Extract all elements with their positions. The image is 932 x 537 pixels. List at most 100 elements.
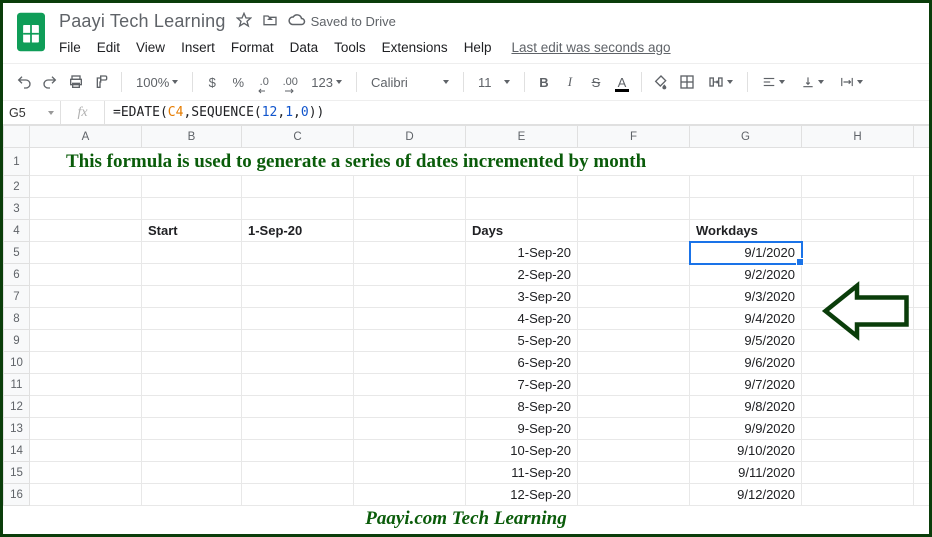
menu-edit[interactable]: Edit bbox=[97, 40, 120, 55]
cell[interactable]: 9/3/2020 bbox=[690, 286, 802, 308]
cell[interactable]: Days bbox=[466, 220, 578, 242]
spreadsheet-grid[interactable]: A B C D E F G H I 1 This formula is used… bbox=[3, 125, 929, 506]
print-button[interactable] bbox=[65, 69, 87, 95]
col-header[interactable]: A bbox=[30, 126, 142, 148]
increase-decimal-button[interactable]: .00 bbox=[279, 69, 301, 95]
cell[interactable]: 8-Sep-20 bbox=[466, 396, 578, 418]
paint-format-button[interactable] bbox=[91, 69, 113, 95]
cell[interactable]: 9/8/2020 bbox=[690, 396, 802, 418]
zoom-dropdown[interactable]: 100% bbox=[130, 69, 184, 95]
menu-data[interactable]: Data bbox=[290, 40, 319, 55]
row-header[interactable]: 2 bbox=[4, 176, 30, 198]
row-header[interactable]: 9 bbox=[4, 330, 30, 352]
row-header[interactable]: 3 bbox=[4, 198, 30, 220]
formula-bar[interactable]: =EDATE(C4,SEQUENCE(12,1,0)) bbox=[105, 101, 929, 124]
font-size-dropdown[interactable]: 11 bbox=[472, 69, 516, 95]
col-header[interactable]: F bbox=[578, 126, 690, 148]
fill-color-button[interactable] bbox=[650, 69, 672, 95]
decrease-decimal-button[interactable]: .0 bbox=[253, 69, 275, 95]
cell[interactable]: 2-Sep-20 bbox=[466, 264, 578, 286]
row-header[interactable]: 6 bbox=[4, 264, 30, 286]
text-wrap-button[interactable] bbox=[834, 69, 869, 95]
cell[interactable]: 9/2/2020 bbox=[690, 264, 802, 286]
col-header[interactable]: I bbox=[914, 126, 930, 148]
col-header[interactable]: D bbox=[354, 126, 466, 148]
horizontal-align-button[interactable] bbox=[756, 69, 791, 95]
cell[interactable]: 9/4/2020 bbox=[690, 308, 802, 330]
menu-tools[interactable]: Tools bbox=[334, 40, 366, 55]
name-box[interactable]: G5 bbox=[3, 101, 61, 124]
cell[interactable]: 9/7/2020 bbox=[690, 374, 802, 396]
column-header-row: A B C D E F G H I bbox=[4, 126, 930, 148]
row-header[interactable]: 11 bbox=[4, 374, 30, 396]
undo-button[interactable] bbox=[13, 69, 35, 95]
row-header[interactable]: 15 bbox=[4, 462, 30, 484]
menu-help[interactable]: Help bbox=[464, 40, 492, 55]
col-header[interactable]: B bbox=[142, 126, 242, 148]
cell[interactable]: 1-Sep-20 bbox=[466, 242, 578, 264]
cell[interactable]: 3-Sep-20 bbox=[466, 286, 578, 308]
format-currency-button[interactable]: $ bbox=[201, 69, 223, 95]
cell[interactable]: 5-Sep-20 bbox=[466, 330, 578, 352]
italic-button[interactable]: I bbox=[559, 69, 581, 95]
star-icon[interactable] bbox=[236, 12, 252, 31]
text-color-button[interactable]: A bbox=[611, 69, 633, 95]
saved-to-drive-text: Saved to Drive bbox=[311, 14, 396, 29]
cloud-icon bbox=[288, 13, 306, 30]
last-edit-link[interactable]: Last edit was seconds ago bbox=[511, 40, 670, 55]
strikethrough-button[interactable]: S bbox=[585, 69, 607, 95]
redo-button[interactable] bbox=[39, 69, 61, 95]
col-header[interactable]: H bbox=[802, 126, 914, 148]
row-header[interactable]: 12 bbox=[4, 396, 30, 418]
cell[interactable]: 11-Sep-20 bbox=[466, 462, 578, 484]
cell[interactable]: 9/6/2020 bbox=[690, 352, 802, 374]
vertical-align-button[interactable] bbox=[795, 69, 830, 95]
col-header[interactable]: E bbox=[466, 126, 578, 148]
cell[interactable]: 9-Sep-20 bbox=[466, 418, 578, 440]
col-header[interactable]: C bbox=[242, 126, 354, 148]
row-header[interactable]: 7 bbox=[4, 286, 30, 308]
menu-insert[interactable]: Insert bbox=[181, 40, 215, 55]
row-header[interactable]: 16 bbox=[4, 484, 30, 506]
format-percent-button[interactable]: % bbox=[227, 69, 249, 95]
cell[interactable]: 9/11/2020 bbox=[690, 462, 802, 484]
borders-button[interactable] bbox=[676, 69, 698, 95]
cell[interactable]: 4-Sep-20 bbox=[466, 308, 578, 330]
row-header[interactable]: 1 bbox=[4, 148, 30, 176]
callout-arrow-icon bbox=[821, 281, 911, 344]
selected-cell[interactable]: 9/1/2020 bbox=[690, 242, 802, 264]
menu-bar: File Edit View Insert Format Data Tools … bbox=[59, 35, 919, 59]
row-header[interactable]: 5 bbox=[4, 242, 30, 264]
heading-text: This formula is used to generate a serie… bbox=[36, 151, 929, 173]
cell[interactable]: 9/9/2020 bbox=[690, 418, 802, 440]
cell[interactable]: 6-Sep-20 bbox=[466, 352, 578, 374]
move-icon[interactable] bbox=[262, 12, 278, 31]
menu-file[interactable]: File bbox=[59, 40, 81, 55]
cell[interactable]: 7-Sep-20 bbox=[466, 374, 578, 396]
merge-cells-button[interactable] bbox=[702, 69, 739, 95]
toolbar: 100% $ % .0 .00 123 Calibri 11 B I S A bbox=[3, 63, 929, 101]
cell[interactable]: 9/12/2020 bbox=[690, 484, 802, 506]
font-family-dropdown[interactable]: Calibri bbox=[365, 69, 455, 95]
row-header[interactable]: 10 bbox=[4, 352, 30, 374]
bold-button[interactable]: B bbox=[533, 69, 555, 95]
more-formats-dropdown[interactable]: 123 bbox=[305, 69, 348, 95]
cell[interactable]: 10-Sep-20 bbox=[466, 440, 578, 462]
cell[interactable]: 1-Sep-20 bbox=[242, 220, 354, 242]
cell[interactable]: 9/5/2020 bbox=[690, 330, 802, 352]
row-header[interactable]: 8 bbox=[4, 308, 30, 330]
row-header[interactable]: 4 bbox=[4, 220, 30, 242]
menu-view[interactable]: View bbox=[136, 40, 165, 55]
sheets-logo-icon bbox=[13, 9, 49, 55]
cell[interactable]: Start bbox=[142, 220, 242, 242]
cell[interactable]: Workdays bbox=[690, 220, 802, 242]
doc-title[interactable]: Paayi Tech Learning bbox=[59, 11, 226, 32]
col-header[interactable]: G bbox=[690, 126, 802, 148]
row-header[interactable]: 13 bbox=[4, 418, 30, 440]
cell[interactable]: 12-Sep-20 bbox=[466, 484, 578, 506]
row-header[interactable]: 14 bbox=[4, 440, 30, 462]
menu-format[interactable]: Format bbox=[231, 40, 274, 55]
fx-icon: fx bbox=[61, 101, 105, 124]
cell[interactable]: 9/10/2020 bbox=[690, 440, 802, 462]
menu-extensions[interactable]: Extensions bbox=[382, 40, 448, 55]
